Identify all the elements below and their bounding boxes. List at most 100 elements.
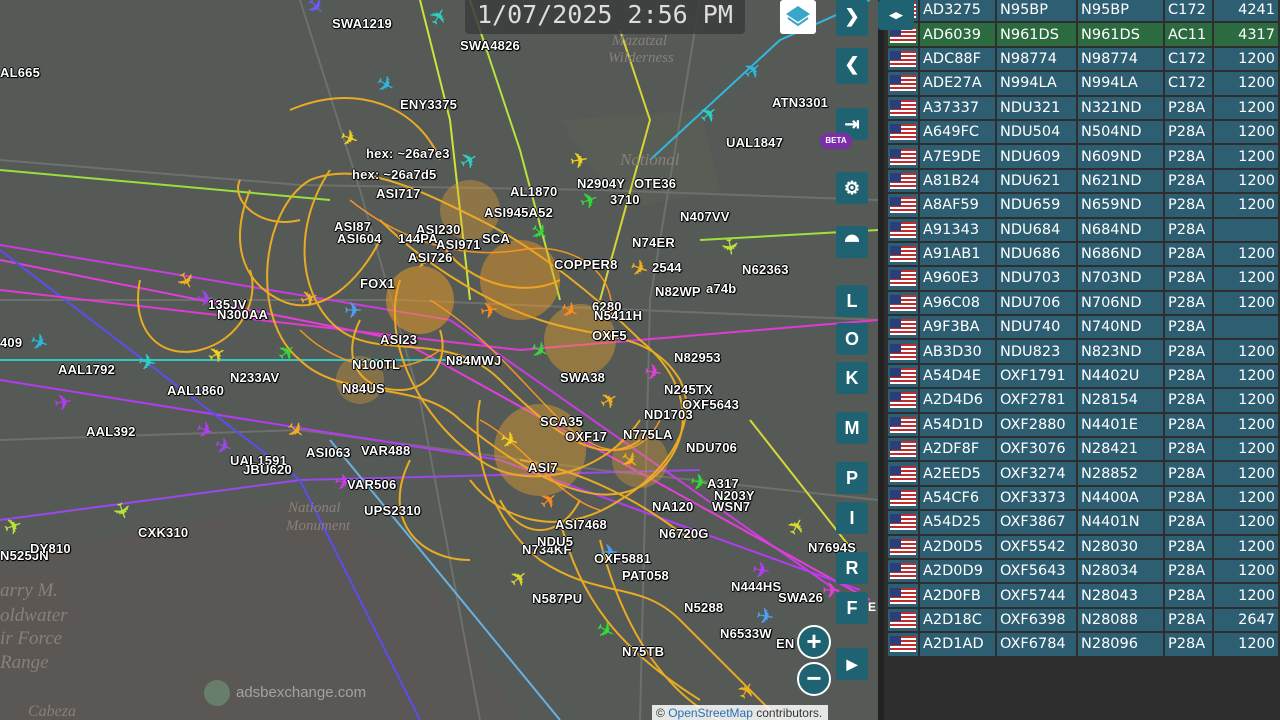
flight-label[interactable]: AAL392	[86, 424, 136, 439]
aircraft-icon[interactable]: ✈	[478, 297, 500, 325]
toggle-O-button[interactable]: O	[836, 323, 868, 355]
flight-label[interactable]: N74ER	[632, 235, 675, 250]
flight-label[interactable]: N233AV	[230, 370, 279, 385]
flight-label[interactable]: N6533W	[720, 626, 772, 641]
flight-label[interactable]: N75TB	[622, 644, 664, 659]
flight-label[interactable]: SWA26	[778, 590, 823, 605]
flight-label[interactable]: hex: ~26a7e3	[366, 146, 450, 161]
table-row[interactable]: A54D4E OXF1791 N4402U P28A 1200	[888, 364, 1278, 388]
table-row[interactable]: A2D4D6 OXF2781 N28154 P28A 1200	[888, 389, 1278, 412]
flight-label[interactable]: ASI7	[528, 460, 558, 475]
flight-label[interactable]: ASI604	[337, 231, 382, 246]
flight-label[interactable]: N84US	[342, 381, 385, 396]
flight-label[interactable]: OTE36	[634, 176, 676, 191]
toggle-F-button[interactable]: F	[836, 592, 868, 624]
zoom-out-button[interactable]: −	[797, 662, 831, 696]
table-row[interactable]: A96C08 NDU706 N706ND P28A 1200	[888, 291, 1278, 315]
flight-label[interactable]: OXF5881	[594, 551, 651, 566]
flight-label[interactable]: UAL1847	[726, 135, 783, 150]
table-row[interactable]: A2D18C OXF6398 N28088 P28A 2647	[888, 608, 1278, 632]
flight-label[interactable]: N5288	[684, 600, 723, 615]
table-row[interactable]: A7E9DE NDU609 N609ND P28A 1200	[888, 145, 1278, 168]
flight-label[interactable]: N444HS	[731, 579, 781, 594]
flight-label[interactable]: ND1703	[644, 407, 693, 422]
flight-label[interactable]: N775LA	[623, 427, 673, 442]
flight-label[interactable]: SCA	[482, 231, 510, 246]
table-row[interactable]: A91343 NDU684 N684ND P28A	[888, 218, 1278, 241]
toggle-K-button[interactable]: K	[836, 362, 868, 394]
flight-label[interactable]: AAL1792	[58, 362, 115, 377]
table-row[interactable]: AD6039 N961DS N961DS AC11 4317	[888, 23, 1278, 46]
aircraft-icon[interactable]: ✈	[344, 300, 362, 322]
flight-label[interactable]: SWA4826	[460, 38, 520, 53]
flight-label[interactable]: FOX1	[360, 276, 395, 291]
prev-button[interactable]: ❮	[836, 48, 868, 84]
flight-label[interactable]: COPPER8	[554, 257, 618, 272]
table-row[interactable]: A54CF6 OXF3373 N4400A P28A 1200	[888, 486, 1278, 510]
flight-label[interactable]: ASI063	[306, 445, 351, 460]
flight-label[interactable]: JBU620	[243, 462, 292, 477]
aircraft-icon[interactable]: ✈	[136, 349, 158, 377]
table-row[interactable]: A81B24 NDU621 N621ND P28A 1200	[888, 169, 1278, 193]
flight-label[interactable]: AL1870	[510, 184, 557, 199]
table-row[interactable]: A54D25 OXF3867 N4401N P28A 1200	[888, 511, 1278, 534]
next-button[interactable]: ❯	[836, 0, 868, 36]
table-row[interactable]: A2D0D5 OXF5542 N28030 P28A 1200	[888, 535, 1278, 558]
flight-label[interactable]: hex: ~26a7d5	[352, 167, 436, 182]
flight-label[interactable]: a74b	[706, 281, 736, 296]
table-row[interactable]: AB3D30 NDU823 N823ND P28A 1200	[888, 340, 1278, 363]
table-row[interactable]: A649FC NDU504 N504ND P28A 1200	[888, 120, 1278, 144]
flight-label[interactable]: NDU706	[686, 440, 737, 455]
table-row[interactable]: A2D0FB OXF5744 N28043 P28A 1200	[888, 584, 1278, 607]
flight-label[interactable]: 144PA	[398, 231, 438, 246]
table-row[interactable]: A960E3 NDU703 N703ND P28A 1200	[888, 267, 1278, 290]
flight-label[interactable]: NA120	[652, 499, 693, 514]
flight-label[interactable]: SWA1219	[332, 16, 392, 31]
flight-label[interactable]: ASI945A52	[484, 205, 553, 220]
table-row[interactable]: A2D1AD OXF6784 N28096 P28A 1200	[888, 633, 1278, 656]
flight-label[interactable]: CXK310	[138, 525, 188, 540]
table-row[interactable]: ADE27A N994LA N994LA C172 1200	[888, 72, 1278, 95]
flight-label[interactable]: EN	[776, 636, 794, 651]
flight-label[interactable]: ATN3301	[772, 95, 828, 110]
flight-label[interactable]: N62363	[742, 262, 789, 277]
settings-button[interactable]: ⚙	[836, 172, 868, 204]
table-row[interactable]: AD3275 N95BP N95BP C172 4241	[888, 0, 1278, 22]
flight-label[interactable]: AL665	[0, 65, 40, 80]
flight-label[interactable]: N6720G	[659, 526, 709, 541]
flight-label[interactable]: 2544	[652, 260, 682, 275]
flight-label[interactable]: DY810	[30, 541, 71, 556]
flight-label[interactable]: 3710	[610, 192, 640, 207]
toggle-R-button[interactable]: R	[836, 552, 868, 584]
flight-map[interactable]: Mazatzal Wilderness National National Mo…	[0, 0, 878, 720]
table-row[interactable]: A9F3BA NDU740 N740ND P28A	[888, 316, 1278, 339]
flight-label[interactable]: 409	[0, 335, 22, 350]
aircraft-icon[interactable]: ✈	[52, 389, 74, 417]
aircraft-icon[interactable]: ✈	[642, 359, 664, 387]
replay-button[interactable]: ▶	[836, 648, 868, 680]
flight-label[interactable]: ASI7468	[555, 517, 607, 532]
table-row[interactable]: A54D1D OXF2880 N4401E P28A 1200	[888, 413, 1278, 437]
layers-button[interactable]	[780, 0, 816, 34]
flight-label[interactable]: OXF17	[565, 429, 607, 444]
flight-label[interactable]: NDU5	[537, 534, 573, 549]
flight-label[interactable]: AAL1860	[167, 383, 224, 398]
flight-label[interactable]: N82WP	[655, 284, 701, 299]
flight-label[interactable]: N407VV	[680, 209, 730, 224]
panel-toggle-button[interactable]: ◂▸	[878, 0, 914, 30]
osm-link[interactable]: OpenStreetMap	[668, 706, 753, 720]
flight-label[interactable]: N100TL	[352, 357, 400, 372]
flight-label[interactable]: SCA35	[540, 414, 583, 429]
flight-label[interactable]: N5411H	[594, 308, 642, 323]
toggle-I-button[interactable]: I	[836, 502, 868, 534]
flight-label[interactable]: OXF5	[592, 328, 627, 343]
table-row[interactable]: A8AF59 NDU659 N659ND P28A 1200	[888, 194, 1278, 217]
table-row[interactable]: ADC88F N98774 N98774 C172 1200	[888, 47, 1278, 71]
table-row[interactable]: A2DF8F OXF3076 N28421 P28A 1200	[888, 438, 1278, 461]
flight-label[interactable]: VAR506	[347, 477, 396, 492]
flight-label[interactable]: VAR488	[361, 443, 410, 458]
table-row[interactable]: A91AB1 NDU686 N686ND P28A 1200	[888, 242, 1278, 266]
toggle-P-button[interactable]: P	[836, 462, 868, 494]
toggle-M-button[interactable]: M	[836, 412, 868, 444]
flight-label[interactable]: N84MWJ	[446, 353, 501, 368]
